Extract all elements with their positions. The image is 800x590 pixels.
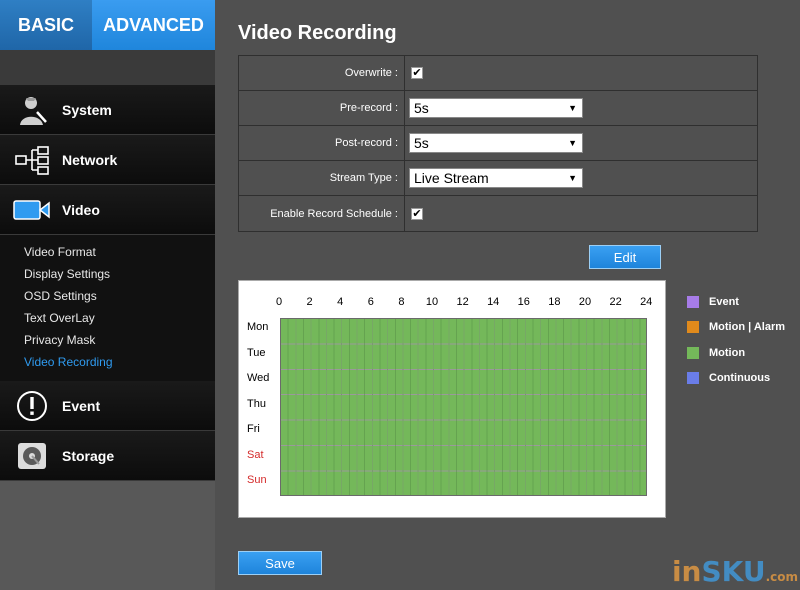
- day-label: Sun: [247, 474, 267, 486]
- page-title: Video Recording: [238, 22, 397, 44]
- schedule-legend: Event Motion | Alarm Motion Continuous: [687, 289, 785, 391]
- caret-down-icon: ▼: [568, 103, 577, 113]
- streamtype-value: Live Stream: [414, 170, 489, 186]
- sidebar-item-video[interactable]: Video: [0, 185, 223, 235]
- postrecord-label: Post-record :: [239, 126, 405, 160]
- hour-label: 2: [306, 296, 313, 308]
- legend-swatch: [687, 321, 699, 334]
- disk-icon: [12, 440, 52, 472]
- schedule-panel: 0 2 4 6 8 10 12 14 16 18 20 22 24 Mon Tue Wed Thu Fri Sat…: [238, 280, 666, 518]
- legend-swatch: [687, 346, 699, 359]
- sidebar-item-label: System: [62, 101, 112, 118]
- sidebar: BASIC ADVANCED System Network Video Vide…: [0, 0, 223, 590]
- day-labels: Mon Tue Wed Thu Fri Sat Sun: [247, 318, 269, 497]
- postrecord-select[interactable]: 5s ▼: [409, 133, 583, 153]
- hour-label: 4: [337, 296, 344, 308]
- hour-label: 24: [640, 296, 653, 308]
- legend-swatch: [687, 295, 699, 308]
- streamtype-select[interactable]: Live Stream ▼: [409, 168, 583, 188]
- user-tools-icon: [12, 94, 52, 126]
- prerecord-value: 5s: [414, 100, 429, 116]
- sidebar-item-label: Event: [62, 397, 101, 414]
- hour-label: 18: [548, 296, 561, 308]
- sidebar-subitem-video-format[interactable]: Video Format: [0, 241, 215, 263]
- day-label: Wed: [247, 372, 270, 384]
- save-button[interactable]: Save: [238, 551, 322, 575]
- sidebar-subitem-text-overlay[interactable]: Text OverLay: [0, 307, 215, 329]
- record-schedule-checkbox[interactable]: ✔: [411, 207, 423, 220]
- legend-item[interactable]: Motion | Alarm: [687, 315, 785, 341]
- sidebar-band: [0, 50, 215, 85]
- main-panel: Video Recording Overwrite : ✔ Pre-record…: [215, 0, 800, 590]
- record-schedule-label: Enable Record Schedule :: [239, 196, 405, 231]
- legend-label: Event: [709, 295, 739, 308]
- hour-label: 20: [578, 296, 592, 308]
- watermark-part1: in: [671, 555, 702, 588]
- postrecord-row: Post-record : 5s ▼: [239, 126, 757, 161]
- day-label: Thu: [247, 397, 266, 410]
- caret-down-icon: ▼: [568, 173, 577, 183]
- side-menu: System Network Video Video Format Displa…: [0, 85, 223, 481]
- sidebar-subitem-osd-settings[interactable]: OSD Settings: [0, 285, 215, 307]
- check-icon: ✔: [412, 67, 422, 79]
- schedule-grid[interactable]: [280, 318, 647, 496]
- overwrite-row: Overwrite : ✔: [239, 56, 757, 91]
- check-icon: ✔: [412, 207, 422, 220]
- hour-label: 12: [456, 296, 469, 308]
- legend-label: Motion | Alarm: [709, 321, 786, 334]
- tab-advanced[interactable]: ADVANCED: [92, 0, 215, 59]
- sidebar-item-event[interactable]: Event: [0, 381, 215, 431]
- legend-item[interactable]: Motion: [687, 340, 785, 366]
- hour-label: 10: [425, 296, 439, 308]
- hour-label: 0: [275, 296, 283, 308]
- hour-label: 16: [517, 296, 530, 308]
- hour-label: 14: [487, 296, 500, 308]
- legend-swatch: [687, 372, 699, 385]
- prerecord-label: Pre-record :: [239, 91, 405, 125]
- sidebar-item-storage[interactable]: Storage: [0, 431, 215, 481]
- hour-label: 6: [367, 296, 374, 308]
- day-label: Fri: [247, 423, 260, 435]
- caret-down-icon: ▼: [568, 138, 577, 148]
- day-label: Sat: [247, 448, 264, 461]
- hour-axis: 0 2 4 6 8 10 12 14 16 18 20 22 24: [276, 296, 652, 310]
- sidebar-subitem-display-settings[interactable]: Display Settings: [0, 263, 215, 285]
- hour-label: 22: [609, 296, 622, 308]
- sidebar-item-label: Storage: [62, 447, 115, 464]
- legend-item[interactable]: Continuous: [687, 366, 785, 392]
- prerecord-select[interactable]: 5s ▼: [409, 98, 583, 118]
- overwrite-checkbox[interactable]: ✔: [411, 67, 423, 79]
- video-submenu: Video Format Display Settings OSD Settin…: [0, 235, 215, 381]
- sidebar-item-label: Network: [62, 151, 118, 168]
- mode-tabs: BASIC ADVANCED: [0, 0, 215, 59]
- streamtype-row: Stream Type : Live Stream ▼: [239, 161, 757, 196]
- day-label: Tue: [247, 346, 266, 359]
- video-camera-icon: [12, 194, 52, 226]
- sidebar-subitem-video-recording[interactable]: Video Recording: [0, 351, 215, 373]
- sidebar-item-label: Video: [62, 201, 100, 218]
- streamtype-label: Stream Type :: [239, 161, 405, 195]
- network-tree-icon: [12, 144, 52, 176]
- legend-label: Motion: [709, 346, 746, 359]
- edit-button[interactable]: Edit: [589, 245, 661, 269]
- sidebar-subitem-privacy-mask[interactable]: Privacy Mask: [0, 329, 215, 351]
- legend-item[interactable]: Event: [687, 289, 785, 315]
- sidebar-item-network[interactable]: Network: [0, 135, 215, 185]
- postrecord-value: 5s: [414, 135, 429, 151]
- tab-basic[interactable]: BASIC: [0, 0, 92, 50]
- recording-settings-form: Overwrite : ✔ Pre-record : 5s ▼ Post-rec…: [238, 55, 758, 232]
- prerecord-row: Pre-record : 5s ▼: [239, 91, 757, 126]
- sidebar-item-system[interactable]: System: [0, 85, 215, 135]
- day-label: Mon: [247, 321, 269, 333]
- grid-half-hour-lines: [281, 319, 646, 495]
- watermark: inSKU.com: [672, 555, 798, 588]
- record-schedule-row: Enable Record Schedule : ✔: [239, 196, 757, 231]
- hour-label: 8: [398, 296, 405, 308]
- alert-icon: [12, 390, 52, 422]
- legend-label: Continuous: [709, 372, 771, 385]
- overwrite-label: Overwrite :: [239, 56, 405, 90]
- watermark-part2: SKU: [701, 555, 766, 588]
- watermark-part3: .com: [765, 570, 798, 584]
